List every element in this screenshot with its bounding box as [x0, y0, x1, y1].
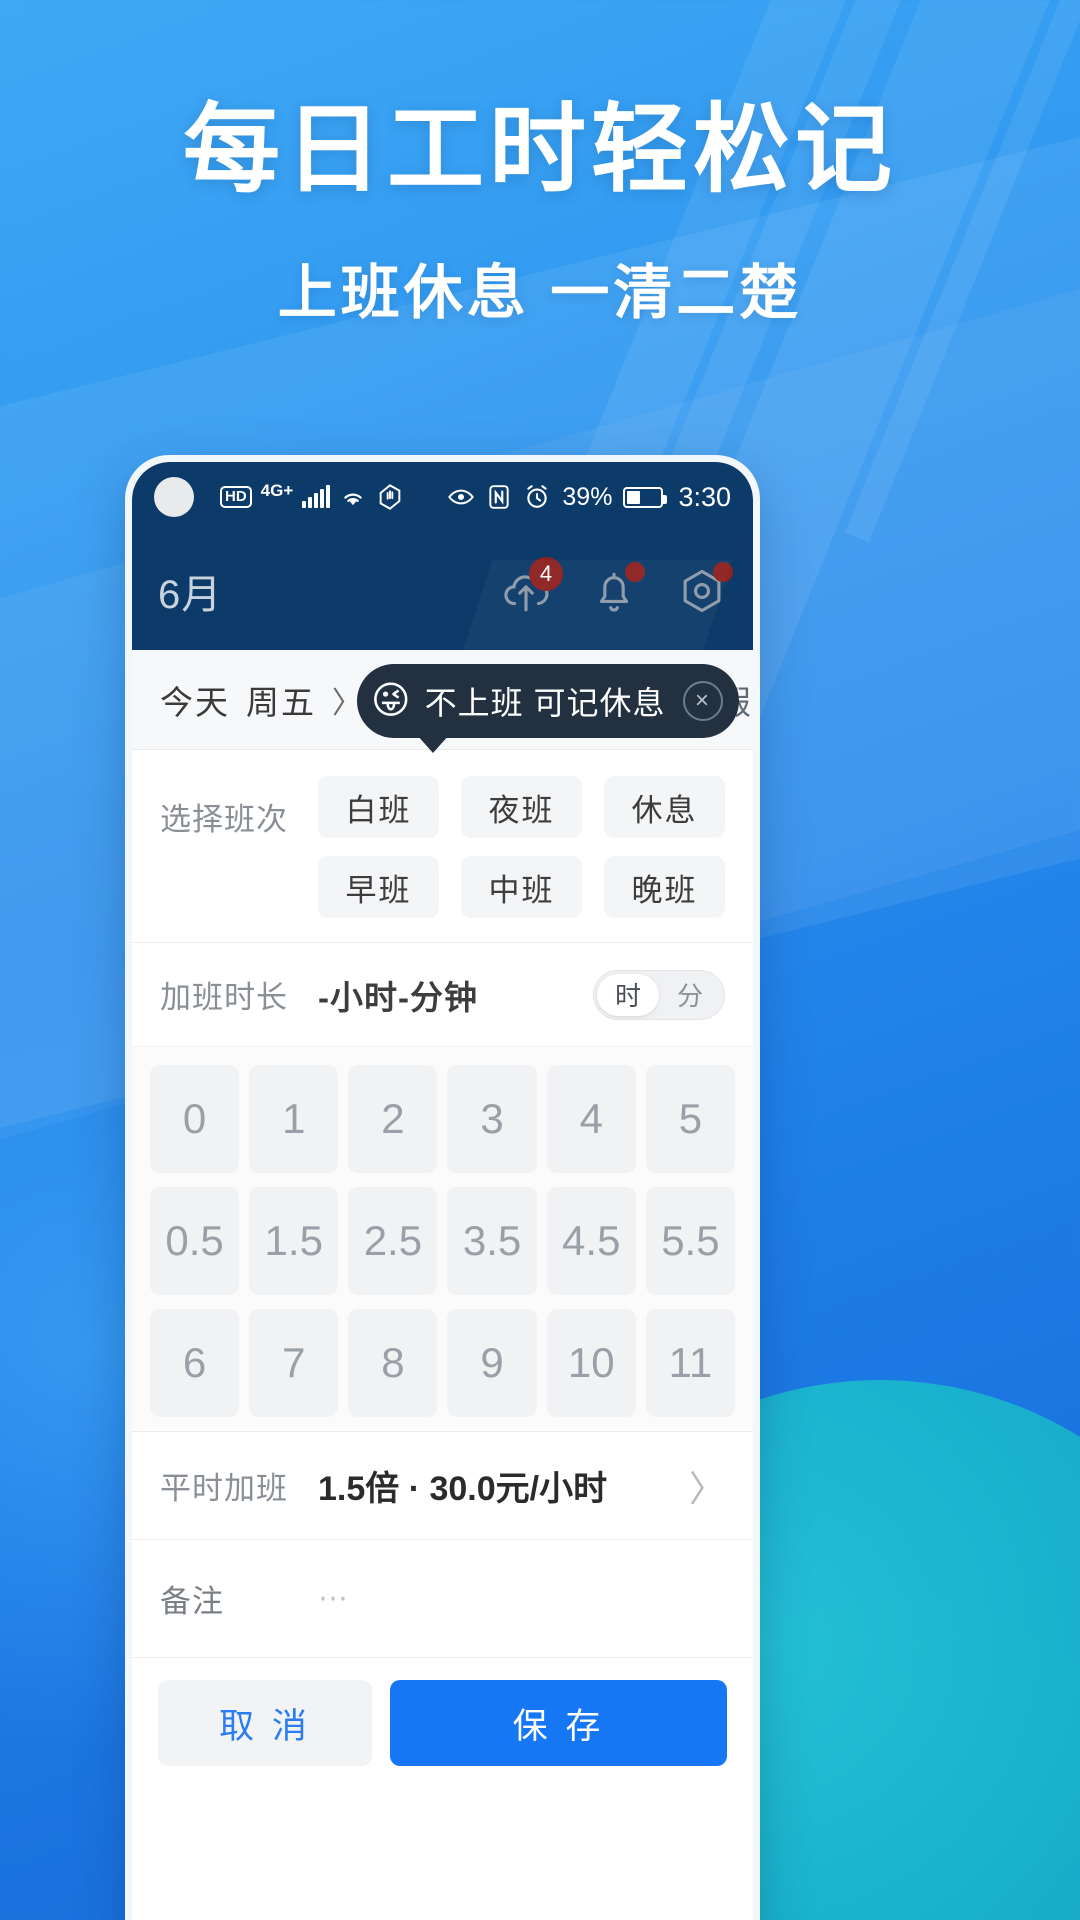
keypad-key[interactable]: 7 — [249, 1309, 339, 1417]
keypad-key[interactable]: 5.5 — [645, 1187, 735, 1295]
overtime-value[interactable]: -小时-分钟 — [318, 971, 478, 1019]
settings-button[interactable] — [677, 562, 733, 616]
hero-subtitle: 上班休息 一清二楚 — [277, 259, 803, 326]
overtime-label: 加班时长 — [160, 980, 288, 1015]
status-bar-left: HD 4G+ — [220, 481, 404, 511]
shift-chip[interactable]: 中班 — [461, 856, 582, 918]
hd-icon: HD — [220, 485, 252, 509]
notification-badge-dot — [625, 562, 645, 582]
rate-value: 1.5倍 · 30.0元/小时 — [318, 1470, 608, 1508]
close-icon[interactable]: × — [682, 681, 723, 721]
note-label: 备注 — [160, 1584, 224, 1619]
keypad-key[interactable]: 3 — [447, 1065, 537, 1173]
date-row: 今天 周五 〉 加班 请假 😜 不上班 可记休息 × — [132, 650, 753, 753]
signal-icon — [302, 485, 331, 508]
keypad-key[interactable]: 5 — [645, 1065, 735, 1173]
shift-section: 选择班次 白班 夜班 休息 早班 中班 晚班 — [132, 750, 753, 942]
keypad-key[interactable]: 1 — [249, 1065, 339, 1173]
today-label[interactable]: 今天 — [160, 676, 230, 724]
hand-icon — [379, 484, 401, 510]
rate-label: 平时加班 — [160, 1471, 288, 1506]
number-keypad: 0 1 2 3 4 5 0.5 1.5 2.5 3.5 4.5 5.5 6 7 … — [132, 1046, 753, 1431]
status-bar-clock: 3:30 — [678, 481, 731, 512]
shift-chip[interactable]: 晚班 — [604, 856, 725, 918]
cancel-button[interactable]: 取 消 — [158, 1680, 372, 1766]
alarm-icon — [527, 485, 548, 508]
settings-badge-dot — [713, 562, 733, 582]
keypad-key[interactable]: 9 — [447, 1309, 537, 1417]
header-icon-group: 4 — [501, 557, 733, 616]
overtime-rate-row[interactable]: 平时加班 1.5倍 · 30.0元/小时 〉 — [132, 1431, 753, 1539]
shift-chip-grid: 白班 夜班 休息 早班 中班 晚班 — [318, 776, 725, 918]
weekday-label[interactable]: 周五 — [246, 676, 316, 724]
keypad-key[interactable]: 1.5 — [249, 1187, 339, 1295]
notifications-button[interactable] — [589, 562, 645, 616]
keypad-key[interactable]: 2 — [348, 1065, 438, 1173]
shift-chip[interactable]: 夜班 — [461, 776, 582, 838]
save-button[interactable]: 保 存 — [390, 1680, 727, 1766]
unit-toggle[interactable]: 时 分 — [593, 969, 725, 1020]
hero-title: 每日工时轻松记 — [183, 95, 897, 204]
tooltip-rest-hint: 😜 不上班 可记休息 × — [357, 664, 739, 753]
nfc-icon — [489, 485, 510, 509]
unit-toggle-hour[interactable]: 时 — [597, 973, 659, 1016]
footer-button-bar: 取 消 保 存 — [132, 1657, 753, 1792]
network-type-label: 4G+ — [260, 481, 294, 500]
status-bar: HD 4G+ 39% 3:30 — [132, 462, 753, 532]
cloud-upload-icon — [504, 575, 549, 612]
eye-icon — [448, 489, 475, 505]
tooltip-text: 不上班 可记休息 — [424, 685, 666, 721]
shift-section-label: 选择班次 — [160, 802, 288, 837]
cloud-upload-button[interactable]: 4 — [501, 557, 563, 616]
keypad-key[interactable]: 2.5 — [348, 1187, 438, 1295]
app-header: 6月 4 — [132, 532, 753, 650]
keypad-key[interactable]: 8 — [348, 1309, 438, 1417]
battery-icon — [623, 486, 668, 508]
keypad-key[interactable]: 0 — [150, 1065, 240, 1173]
chevron-right-icon[interactable]: 〉 — [689, 1460, 725, 1512]
wifi-icon — [344, 493, 362, 506]
keypad-key[interactable]: 3.5 — [447, 1187, 537, 1295]
keypad-key[interactable]: 4 — [546, 1065, 636, 1173]
unit-toggle-minute[interactable]: 分 — [659, 974, 721, 1016]
camera-punch-hole — [154, 477, 194, 517]
shift-chip[interactable]: 早班 — [318, 856, 439, 918]
shift-chip[interactable]: 白班 — [318, 776, 439, 838]
upload-badge: 4 — [529, 557, 563, 591]
overtime-duration-row: 加班时长 -小时-分钟 时 分 — [132, 942, 753, 1046]
month-label[interactable]: 6月 — [158, 562, 222, 620]
note-row[interactable]: 备注 ⋯ — [132, 1539, 753, 1657]
keypad-key[interactable]: 4.5 — [546, 1187, 636, 1295]
keypad-key[interactable]: 10 — [546, 1309, 636, 1417]
status-bar-right: 39% 3:30 — [447, 482, 731, 513]
battery-percent-label: 39% — [562, 482, 613, 511]
keypad-key[interactable]: 11 — [645, 1309, 735, 1417]
shift-chip[interactable]: 休息 — [604, 776, 725, 838]
note-input[interactable]: ⋯ — [318, 1581, 351, 1616]
keypad-key[interactable]: 6 — [150, 1309, 240, 1417]
hero-section: 每日工时轻松记 上班休息 一清二楚 — [0, 95, 1080, 330]
wink-tongue-emoji-icon: 😜 — [371, 680, 412, 722]
phone-mockup: HD 4G+ 39% 3:30 6月 4 今天 周五 〉 😜 不上班 可记休息 … — [125, 455, 760, 1920]
phone-screen: HD 4G+ 39% 3:30 6月 4 今天 周五 〉 😜 不上班 可记休息 … — [132, 462, 753, 1920]
gear-icon — [683, 569, 721, 613]
keypad-key[interactable]: 0.5 — [150, 1187, 240, 1295]
bell-icon — [599, 572, 629, 612]
